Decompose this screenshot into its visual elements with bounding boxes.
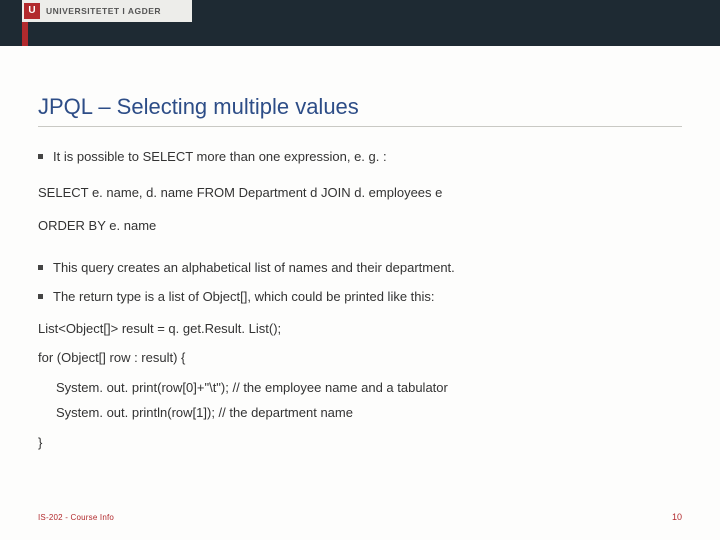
code-line: System. out. println(row[1]); // the dep… [38, 403, 682, 423]
code-line: List<Object[]> result = q. get.Result. L… [38, 319, 682, 339]
header-bar: U UNIVERSITETET I AGDER [0, 0, 720, 46]
bullet-text: This query creates an alphabetical list … [53, 258, 455, 278]
code-line: System. out. print(row[0]+"\t"); // the … [38, 378, 682, 398]
slide-content: JPQL – Selecting multiple values It is p… [0, 46, 720, 452]
footer-course-info: IS-202 - Course Info [38, 513, 114, 522]
slide: U UNIVERSITETET I AGDER JPQL – Selecting… [0, 0, 720, 540]
university-logo: U UNIVERSITETET I AGDER [22, 0, 192, 22]
bullet-item: This query creates an alphabetical list … [38, 258, 682, 278]
code-line: } [38, 433, 682, 453]
bullet-text: The return type is a list of Object[], w… [53, 287, 435, 307]
bullet-text: It is possible to SELECT more than one e… [53, 147, 387, 167]
bullet-icon [38, 265, 43, 270]
bullet-item: The return type is a list of Object[], w… [38, 287, 682, 307]
code-line: ORDER BY e. name [38, 216, 682, 236]
slide-footer: IS-202 - Course Info 10 [38, 512, 682, 522]
code-line: for (Object[] row : result) { [38, 348, 682, 368]
logo-text: UNIVERSITETET I AGDER [46, 6, 161, 16]
code-line: SELECT e. name, d. name FROM Department … [38, 183, 682, 203]
logo-letter: U [28, 6, 35, 16]
slide-title: JPQL – Selecting multiple values [38, 94, 682, 120]
page-number: 10 [672, 512, 682, 522]
title-underline [38, 126, 682, 127]
bullet-icon [38, 154, 43, 159]
bullet-icon [38, 294, 43, 299]
logo-red-accent [22, 22, 28, 46]
slide-body: It is possible to SELECT more than one e… [38, 147, 682, 452]
bullet-item: It is possible to SELECT more than one e… [38, 147, 682, 167]
logo-mark: U [24, 3, 40, 19]
